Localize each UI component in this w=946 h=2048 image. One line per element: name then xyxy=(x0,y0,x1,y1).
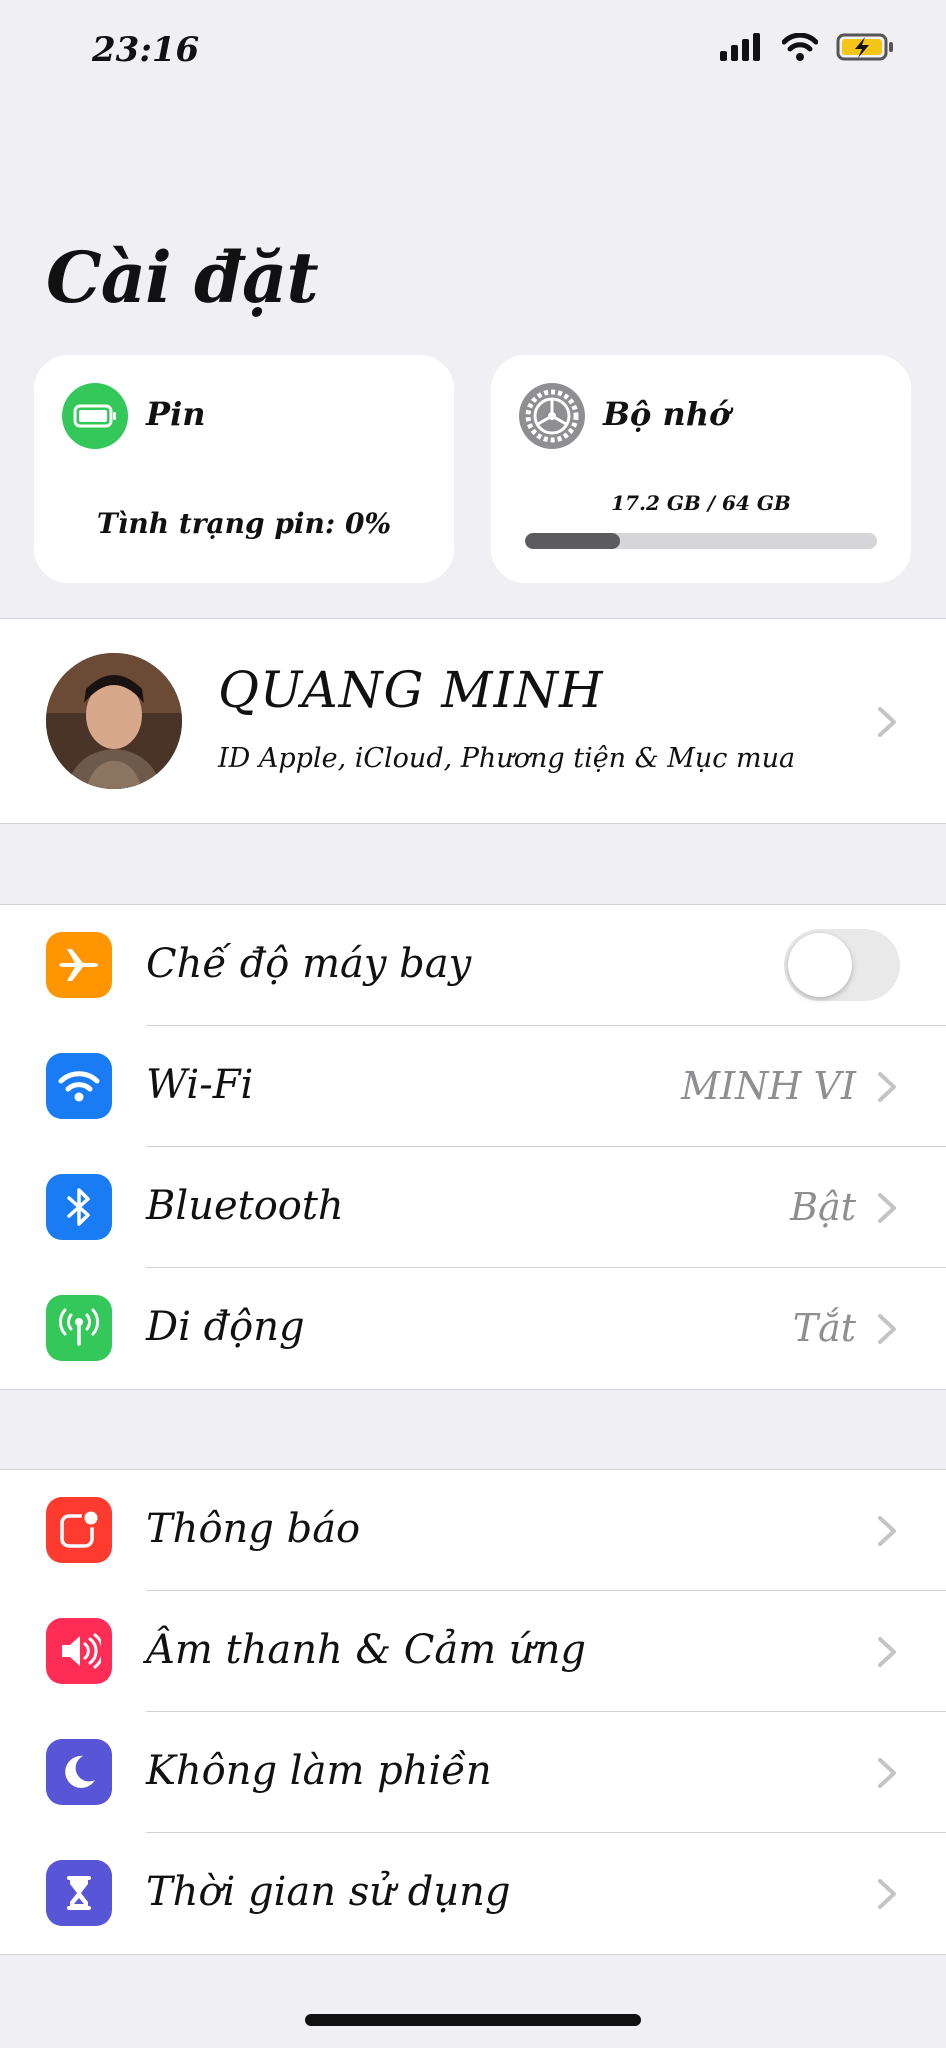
bluetooth-icon xyxy=(46,1174,112,1240)
battery-card-title: Pin xyxy=(146,395,206,433)
cellular-label: Di động xyxy=(146,1304,305,1350)
settings-group-connectivity: Chế độ máy bay Wi-Fi MINH VI Bluetooth B… xyxy=(0,904,946,1390)
chevron-right-icon xyxy=(878,707,896,737)
notifications-row[interactable]: Thông báo xyxy=(0,1470,946,1591)
page-title: Cài đặt xyxy=(46,236,319,319)
sounds-haptics-label: Âm thanh & Cảm ứng xyxy=(146,1627,586,1673)
storage-progress-fill xyxy=(525,533,621,549)
chevron-right-icon xyxy=(878,1879,896,1909)
sounds-haptics-row[interactable]: Âm thanh & Cảm ứng xyxy=(0,1591,946,1712)
chevron-right-icon xyxy=(878,1193,896,1223)
airplane-icon xyxy=(46,932,112,998)
wifi-status-icon xyxy=(782,33,818,61)
cellular-row[interactable]: Di động Tắt xyxy=(0,1268,946,1389)
airplane-mode-label: Chế độ máy bay xyxy=(146,941,472,987)
battery-charging-icon xyxy=(836,33,893,61)
cellular-value: Tắt xyxy=(792,1306,856,1350)
wifi-label: Wi-Fi xyxy=(146,1062,254,1108)
apple-id-profile-row[interactable]: QUANG MINH ID Apple, iCloud, Phương tiện… xyxy=(0,618,946,824)
battery-card[interactable]: Pin Tình trạng pin: 0% xyxy=(34,355,454,583)
notifications-label: Thông báo xyxy=(146,1506,361,1552)
wifi-icon xyxy=(46,1053,112,1119)
storage-card[interactable]: Bộ nhớ 17.2 GB / 64 GB xyxy=(491,355,911,583)
wifi-value: MINH VI xyxy=(681,1064,856,1108)
hourglass-icon xyxy=(46,1860,112,1926)
battery-icon xyxy=(62,383,128,449)
airplane-mode-row[interactable]: Chế độ máy bay xyxy=(0,905,946,1026)
storage-progress-bar xyxy=(525,533,877,549)
storage-card-title: Bộ nhớ xyxy=(603,395,731,433)
toggle-knob xyxy=(788,933,852,997)
chevron-right-icon xyxy=(878,1758,896,1788)
chevron-right-icon xyxy=(878,1072,896,1102)
storage-usage-text: 17.2 GB / 64 GB xyxy=(611,491,791,515)
cellular-signal-icon xyxy=(720,33,760,61)
bluetooth-row[interactable]: Bluetooth Bật xyxy=(0,1147,946,1268)
do-not-disturb-label: Không làm phiền xyxy=(146,1748,492,1794)
profile-subtitle: ID Apple, iCloud, Phương tiện & Mục mua xyxy=(218,743,796,774)
battery-status: Tình trạng pin: 0% xyxy=(96,507,392,540)
profile-name: QUANG MINH xyxy=(218,661,604,719)
home-indicator[interactable] xyxy=(305,2014,641,2026)
moon-icon xyxy=(46,1739,112,1805)
chevron-right-icon xyxy=(878,1314,896,1344)
status-icons xyxy=(720,32,896,62)
screen-time-label: Thời gian sử dụng xyxy=(146,1869,511,1915)
status-time: 23:16 xyxy=(92,30,200,70)
chevron-right-icon xyxy=(878,1637,896,1667)
status-bar: 23:16 xyxy=(0,0,946,110)
notification-icon xyxy=(46,1497,112,1563)
antenna-icon xyxy=(46,1295,112,1361)
settings-group-notifications: Thông báo Âm thanh & Cảm ứng Không làm p… xyxy=(0,1469,946,1955)
wifi-row[interactable]: Wi-Fi MINH VI xyxy=(0,1026,946,1147)
screen-time-row[interactable]: Thời gian sử dụng xyxy=(0,1833,946,1954)
bluetooth-value: Bật xyxy=(790,1185,856,1229)
airplane-mode-toggle[interactable] xyxy=(784,929,900,1001)
chevron-right-icon xyxy=(878,1516,896,1546)
bluetooth-label: Bluetooth xyxy=(146,1183,344,1229)
speaker-icon xyxy=(46,1618,112,1684)
do-not-disturb-row[interactable]: Không làm phiền xyxy=(0,1712,946,1833)
avatar xyxy=(46,653,182,789)
gear-icon xyxy=(519,383,585,449)
